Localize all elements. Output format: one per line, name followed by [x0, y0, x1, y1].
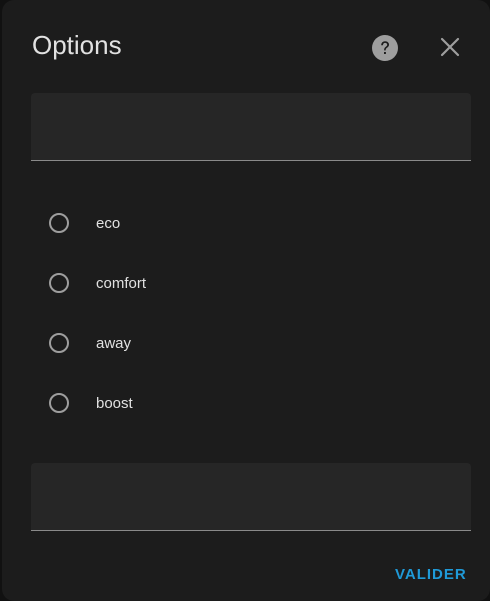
bottom-text-field[interactable]: [31, 463, 471, 531]
radio-unchecked-icon[interactable]: [49, 333, 69, 353]
radio-label: comfort: [96, 274, 147, 292]
valider-button[interactable]: VALIDER: [395, 564, 467, 586]
dialog-title: Options: [32, 30, 122, 60]
radio-option-eco[interactable]: eco: [32, 193, 472, 253]
radio-option-comfort[interactable]: comfort: [32, 253, 472, 313]
options-radio-group: eco comfort away boost: [32, 193, 472, 433]
close-icon: [440, 37, 460, 57]
bottom-text-input[interactable]: [31, 463, 471, 530]
radio-option-boost[interactable]: boost: [32, 373, 472, 433]
help-button[interactable]: [370, 33, 400, 63]
radio-option-away[interactable]: away: [32, 313, 472, 373]
radio-unchecked-icon[interactable]: [49, 273, 69, 293]
radio-label: away: [96, 334, 132, 352]
radio-label: eco: [96, 214, 121, 232]
radio-unchecked-icon[interactable]: [49, 213, 69, 233]
top-text-input[interactable]: [31, 93, 471, 160]
radio-label: boost: [96, 394, 133, 412]
options-dialog: Options eco comfort away boost VALIDER: [2, 0, 490, 601]
top-text-field[interactable]: [31, 93, 471, 161]
help-circle-icon: [372, 35, 398, 61]
close-button[interactable]: [435, 32, 465, 62]
radio-unchecked-icon[interactable]: [49, 393, 69, 413]
